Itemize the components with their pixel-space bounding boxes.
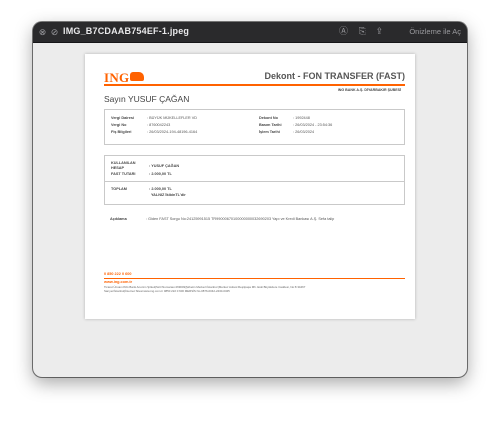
header-divider [104, 84, 405, 86]
branch-name: ING BANK A.Ş. DİYARBAKIR ŞUBESİ [337, 88, 401, 92]
print-date-value: : 26/03/2024 - 23:54:36 [293, 123, 333, 127]
footer-divider [104, 278, 405, 279]
receipt-page: ING Dekont - FON TRANSFER (FAST) ING BAN… [85, 54, 415, 319]
title-bar: ⊗ ⊘ IMG_B7CDAAB754EF-1.jpeg Ⓐ ⎘ ⇪ Önizle… [33, 22, 467, 43]
tax-office-label: Vergi Dairesi [111, 116, 135, 120]
preview-window: ⊗ ⊘ IMG_B7CDAAB754EF-1.jpeg Ⓐ ⎘ ⇪ Önizle… [33, 22, 467, 377]
tax-office-value: : BÜYÜK MÜKELLEFLER VD [147, 116, 198, 120]
amount-box: KULLANILAN HESAP : YUSUF ÇAĞAN FAST TUTA… [104, 155, 405, 205]
greeting: Sayın YUSUF ÇAĞAN [104, 94, 190, 104]
used-account-label-1: KULLANILAN [111, 161, 136, 165]
slip-info-label: Fiş Bilgileri [111, 130, 132, 134]
transaction-date-label: İşlem Tarihi [259, 130, 280, 134]
total-value: : 2.000,00 TL [149, 187, 172, 191]
description-label: Açıklama [110, 217, 127, 221]
document-title: Dekont - FON TRANSFER (FAST) [264, 71, 406, 81]
used-account-label-2: HESAP [111, 166, 125, 170]
total-in-words: YALNIZ İkibinTL'dir [151, 193, 186, 197]
total-label: TOPLAM [111, 187, 127, 191]
fullscreen-icon[interactable]: ⊘ [50, 28, 59, 37]
markup-icon[interactable]: Ⓐ [339, 26, 348, 37]
print-date-label: Basım Tarihi [259, 123, 282, 127]
open-with-preview-button[interactable]: Önizleme ile Aç [409, 27, 461, 36]
footer-legal-line-2: Sarıyer/İstanbul|İnternet Sitesi:www.ing… [104, 289, 230, 293]
footer-website: www.ing.com.tr [104, 280, 133, 284]
rotate-icon[interactable]: ⎘ [359, 26, 366, 37]
tax-no-label: Vergi No [111, 123, 127, 127]
tax-no-value: : 8760042243 [147, 123, 171, 127]
used-account-value: : YUSUF ÇAĞAN [149, 164, 180, 168]
fast-amount-label: FAST TUTARI [111, 172, 136, 176]
lion-icon [130, 72, 144, 81]
share-icon[interactable]: ⇪ [375, 26, 383, 37]
transaction-date-value: : 26/03/2024 [293, 130, 315, 134]
footer-phone: 0 850 222 0 600 [104, 272, 132, 276]
slip-info-value: : 26/03/2024-194-48196-4164 [147, 130, 198, 134]
info-box: Vergi Dairesi : BÜYÜK MÜKELLEFLER VD Ver… [104, 109, 405, 145]
amount-divider [105, 181, 404, 182]
image-viewport: ING Dekont - FON TRANSFER (FAST) ING BAN… [33, 43, 467, 377]
description-value: : Giden FAST Sorgu No:24125991515 TR9900… [146, 217, 335, 221]
fast-amount-value: : 2.000,00 TL [149, 172, 172, 176]
receipt-no-value: : 1992448 [293, 116, 310, 120]
window-title: IMG_B7CDAAB754EF-1.jpeg [63, 26, 190, 36]
close-icon[interactable]: ⊗ [38, 28, 47, 37]
receipt-no-label: Dekont No [259, 116, 278, 120]
